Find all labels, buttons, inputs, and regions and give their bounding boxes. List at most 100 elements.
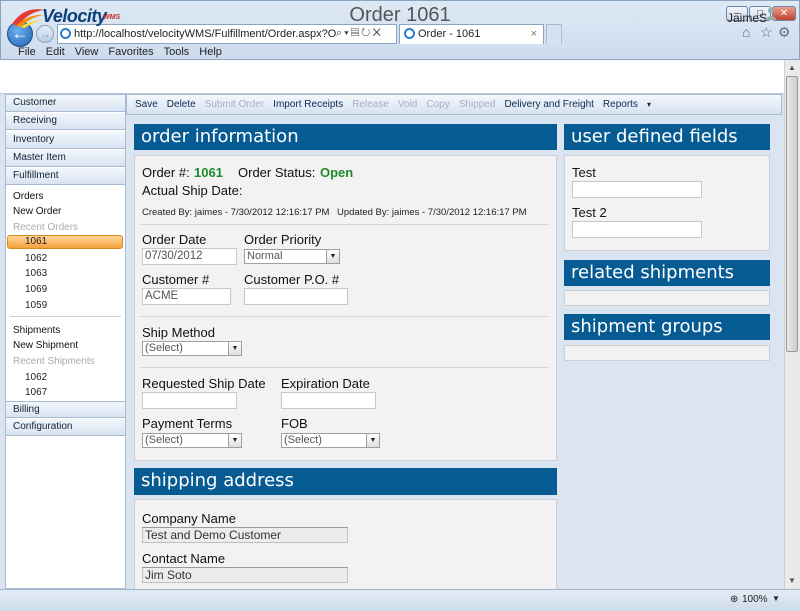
contact-name-field[interactable]: Jim Soto — [142, 567, 348, 583]
favorites-star-icon[interactable]: ☆ — [760, 24, 773, 41]
menu-file[interactable]: File — [18, 46, 36, 58]
related-shipments-panel — [564, 290, 770, 306]
created-by: Created By: jaimes - 7/30/2012 12:16:17 … — [142, 207, 330, 218]
compat-view-icon[interactable]: ▤ — [351, 27, 361, 39]
order-date-input[interactable]: 07/30/2012 — [142, 248, 237, 265]
expiration-date-input[interactable] — [281, 392, 376, 409]
shipment-groups-panel — [564, 345, 770, 361]
payment-terms-value: (Select) — [145, 434, 183, 446]
search-icon[interactable]: ⌕ — [336, 27, 344, 39]
payment-terms-label: Payment Terms — [142, 416, 233, 431]
nav-receiving[interactable]: Receiving — [6, 113, 125, 130]
test-label: Test — [572, 165, 596, 180]
nav-master-item[interactable]: Master Item — [6, 150, 125, 167]
nav-shipments[interactable]: Shipments — [13, 325, 60, 336]
ship-method-select[interactable]: (Select) ▼ — [142, 341, 242, 356]
recent-order-item[interactable]: 1062 — [25, 253, 47, 264]
requested-ship-date-input[interactable] — [142, 392, 237, 409]
nav-inventory[interactable]: Inventory — [6, 132, 125, 149]
payment-terms-select[interactable]: (Select) ▼ — [142, 433, 242, 448]
chevron-down-icon[interactable]: ▼ — [228, 342, 241, 355]
nav-orders[interactable]: Orders — [13, 191, 44, 202]
delivery-freight-button[interactable]: Delivery and Freight — [504, 99, 593, 110]
test-input[interactable] — [572, 181, 702, 198]
recent-shipments-label: Recent Shipments — [13, 356, 95, 367]
nav-new-order[interactable]: New Order — [13, 206, 61, 217]
save-button[interactable]: Save — [135, 99, 158, 110]
company-name-label: Company Name — [142, 511, 236, 526]
user-icon[interactable] — [764, 6, 778, 20]
customer-po-label: Customer P.O. # — [244, 272, 340, 287]
divider — [140, 367, 549, 368]
chevron-down-icon[interactable]: ▼ — [772, 594, 780, 603]
menu-view[interactable]: View — [75, 46, 99, 58]
fob-label: FOB — [281, 416, 308, 431]
nav-configuration[interactable]: Configuration — [6, 419, 125, 436]
selected-order-label: 1061 — [25, 236, 48, 247]
tab-close-icon[interactable]: × — [531, 25, 537, 44]
shipment-groups-header: shipment groups — [564, 314, 770, 340]
recent-order-item[interactable]: 1059 — [25, 300, 47, 311]
release-button[interactable]: Release — [352, 99, 389, 110]
zoom-icon[interactable]: ⊕ — [730, 594, 738, 605]
customer-po-input[interactable] — [244, 288, 348, 305]
home-icon[interactable]: ⌂ — [742, 24, 750, 40]
scroll-up-arrow-icon[interactable]: ▲ — [785, 61, 799, 75]
browser-tab[interactable]: Order - 1061 × — [399, 24, 544, 44]
gear-icon[interactable]: ⚙ — [778, 24, 791, 41]
status-bar: ⊕ 100% ▼ — [0, 589, 800, 611]
shipped-button[interactable]: Shipped — [459, 99, 496, 110]
scroll-down-arrow-icon[interactable]: ▼ — [785, 574, 799, 588]
recent-order-item[interactable]: 1063 — [25, 268, 47, 279]
chevron-down-icon[interactable]: ▾ — [344, 27, 351, 39]
selected-recent-order[interactable]: 1061 — [7, 235, 123, 249]
chevron-down-icon[interactable]: ▼ — [326, 250, 339, 263]
divider — [140, 316, 549, 317]
left-nav: Customer Receiving Inventory Master Item… — [5, 94, 126, 589]
menu-edit[interactable]: Edit — [46, 46, 65, 58]
order-date-label: Order Date — [142, 232, 207, 247]
logo-sub: WMS — [103, 14, 121, 21]
zoom-level[interactable]: 100% — [742, 594, 768, 605]
order-priority-select[interactable]: Normal ▼ — [244, 249, 340, 264]
menu-tools[interactable]: Tools — [164, 46, 190, 58]
recent-order-item[interactable]: 1069 — [25, 284, 47, 295]
nav-new-shipment[interactable]: New Shipment — [13, 340, 78, 351]
stop-icon[interactable]: ✕ — [372, 27, 382, 39]
nav-fulfillment[interactable]: Fulfillment — [6, 168, 125, 185]
user-name[interactable]: JaimeS — [727, 11, 767, 25]
submit-order-button[interactable]: Submit Order — [205, 99, 264, 110]
order-priority-label: Order Priority — [244, 232, 322, 247]
chevron-down-icon[interactable]: ▾ — [647, 100, 651, 109]
customer-input[interactable]: ACME — [142, 288, 231, 305]
nav-billing[interactable]: Billing — [6, 401, 125, 418]
refresh-icon[interactable]: ↻ — [361, 27, 372, 39]
reports-menu[interactable]: Reports — [603, 99, 638, 110]
void-button[interactable]: Void — [398, 99, 417, 110]
menu-help[interactable]: Help — [199, 46, 222, 58]
scrollbar-thumb[interactable] — [786, 76, 798, 352]
fob-select[interactable]: (Select) ▼ — [281, 433, 380, 448]
nav-customer[interactable]: Customer — [6, 95, 125, 112]
chevron-down-icon[interactable]: ▼ — [228, 434, 241, 447]
address-tools[interactable]: ⌕▾▤↻✕ — [336, 27, 394, 40]
tab-title: Order - 1061 — [418, 28, 481, 40]
import-receipts-button[interactable]: Import Receipts — [273, 99, 343, 110]
test2-input[interactable] — [572, 221, 702, 238]
ie-page-icon — [60, 28, 71, 39]
copy-button[interactable]: Copy — [426, 99, 449, 110]
user-fields-header: user defined fields — [564, 124, 770, 150]
chevron-down-icon[interactable]: ▼ — [366, 434, 379, 447]
order-priority-value: Normal — [247, 250, 283, 262]
shipping-address-header: shipping address — [134, 468, 557, 495]
related-shipments-header: related shipments — [564, 260, 770, 286]
delete-button[interactable]: Delete — [167, 99, 196, 110]
recent-shipment-item[interactable]: 1067 — [25, 387, 47, 398]
actual-ship-date-label: Actual Ship Date: — [142, 183, 243, 198]
recent-shipment-item[interactable]: 1062 — [25, 372, 47, 383]
menu-favorites[interactable]: Favorites — [108, 46, 153, 58]
menu-bar: File Edit View Favorites Tools Help — [0, 46, 800, 60]
company-name-field[interactable]: Test and Demo Customer — [142, 527, 348, 543]
divider — [140, 224, 549, 225]
new-tab-button[interactable] — [546, 24, 562, 44]
